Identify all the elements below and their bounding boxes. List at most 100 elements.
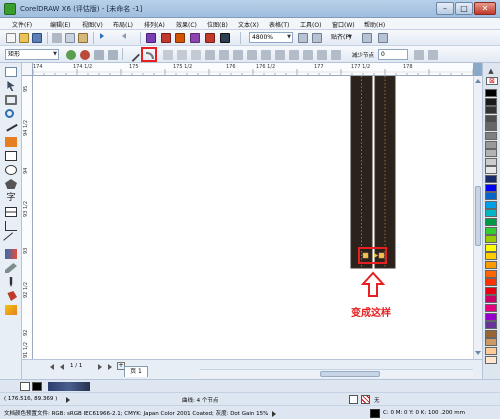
default-outline-icon[interactable] [32,382,42,391]
palette-swatch[interactable] [485,226,497,235]
palette-swatch[interactable] [485,89,497,97]
palette-swatch[interactable] [485,140,497,149]
outline-pen-icon[interactable] [9,277,13,287]
cut-icon[interactable] [52,33,62,43]
select-all-nodes-icon[interactable] [331,50,341,60]
menu-text[interactable]: 文本(X) [238,20,259,29]
palette-swatch[interactable] [485,286,497,295]
align-nodes-icon[interactable] [275,50,285,60]
rotate-nodes-icon[interactable] [261,50,271,60]
reduce-nodes-icon[interactable] [414,50,424,60]
menu-edit[interactable]: 编辑(E) [50,20,70,29]
shape-type-combo[interactable]: 矩形 ▼ [5,49,59,60]
zoom-level-combo[interactable]: 4800% ▼ [249,32,293,43]
dimension-tool-icon[interactable] [5,221,17,231]
shape-tool-icon[interactable] [7,81,15,91]
options-icon[interactable] [362,33,372,43]
import-icon[interactable] [146,33,156,43]
palette-swatch[interactable] [485,183,497,192]
next-page-icon[interactable] [98,364,102,370]
palette-swatch[interactable] [485,175,497,183]
smooth-node-icon[interactable] [177,50,187,60]
save-icon[interactable] [32,33,42,43]
no-color-swatch[interactable]: ⊠ [486,77,498,85]
menu-view[interactable]: 视图(V) [82,20,103,29]
menu-table[interactable]: 表格(T) [269,20,289,29]
paste-icon[interactable] [78,33,88,43]
selection-marquee-icon[interactable] [428,50,438,60]
export-icon[interactable] [161,33,171,43]
curve-node[interactable] [378,252,385,259]
palette-swatch[interactable] [485,157,497,166]
convert-to-line-icon[interactable] [125,47,141,63]
palette-swatch[interactable] [485,166,497,175]
palette-swatch[interactable] [485,114,497,123]
copy-icon[interactable] [65,33,75,43]
palette-swatch[interactable] [485,209,497,218]
menu-effects[interactable]: 效果(C) [176,20,197,29]
palette-swatch[interactable] [485,355,497,364]
menu-window[interactable]: 窗口(W) [332,20,355,29]
freehand-tool-icon[interactable] [4,120,18,132]
palette-swatch[interactable] [485,97,497,106]
vertical-scrollbar[interactable] [473,76,482,359]
fill-tool-icon[interactable] [7,291,17,301]
default-fill-icon[interactable] [20,382,30,391]
align-icon[interactable] [378,33,388,43]
menu-bitmaps[interactable]: 位图(B) [207,20,228,29]
palette-swatch[interactable] [485,106,497,115]
maximize-button[interactable]: □ [455,2,473,15]
close-button[interactable]: ✕ [474,2,496,15]
full-screen-icon[interactable] [298,33,308,43]
ruler-origin[interactable] [22,63,33,76]
palette-swatch[interactable] [485,123,497,132]
zoom-tool-icon[interactable] [5,109,14,118]
reflect-vertical-icon[interactable] [303,50,313,60]
palette-swatch[interactable] [485,261,497,269]
horizontal-scrollbar[interactable] [200,369,473,378]
scroll-down-icon[interactable] [475,351,481,357]
curve-node[interactable] [362,252,369,259]
first-page-icon[interactable] [50,364,54,370]
stretch-nodes-icon[interactable] [247,50,257,60]
polygon-tool-icon[interactable] [5,179,17,189]
palette-swatch[interactable] [485,132,497,140]
palette-swatch[interactable] [485,329,497,338]
page-tab[interactable]: 页 1 [124,366,148,377]
palette-swatch[interactable] [485,295,497,304]
drawing-canvas[interactable]: 变成这样 [33,76,473,359]
crop-tool-icon[interactable] [5,95,17,105]
smart-fill-icon[interactable] [5,137,17,147]
connector-tool-icon[interactable] [3,232,19,248]
elastic-mode-icon[interactable] [317,50,327,60]
blend-tool-icon[interactable] [5,249,17,259]
menu-layout[interactable]: 布局(L) [113,20,133,29]
palette-swatch[interactable] [485,304,497,312]
delete-node-icon[interactable] [80,50,90,60]
vertical-ruler[interactable]: 95 94 1/2 94 93 1/2 93 92 1/2 92 91 1/2 [22,76,33,359]
palette-swatch[interactable] [485,235,497,244]
last-page-icon[interactable] [108,364,112,370]
pick-tool-icon[interactable] [5,67,17,77]
palette-swatch[interactable] [485,243,497,252]
expand-profile-icon[interactable] [272,411,276,417]
open-folder-icon[interactable] [19,33,29,43]
eyedropper-tool-icon[interactable] [5,263,17,273]
new-document-icon[interactable] [6,33,16,43]
menu-help[interactable]: 帮助(H) [364,20,385,29]
scroll-up-icon[interactable] [475,77,481,83]
undo-icon[interactable] [100,33,104,39]
reflect-horizontal-icon[interactable] [289,50,299,60]
show-rulers-icon[interactable] [312,33,322,43]
palette-swatch[interactable] [485,321,497,330]
minimize-button[interactable]: – [436,2,454,15]
previous-page-icon[interactable] [60,364,64,370]
snap-to-dropdown[interactable]: 贴齐(P) ▼ [328,32,354,43]
corel-connect-icon[interactable] [220,33,230,43]
add-node-icon[interactable] [66,50,76,60]
palette-swatch[interactable] [485,312,497,321]
palette-swatch[interactable] [485,278,497,287]
redo-icon[interactable] [122,33,126,39]
palette-swatch[interactable] [485,192,497,201]
palette-swatch[interactable] [485,338,497,347]
